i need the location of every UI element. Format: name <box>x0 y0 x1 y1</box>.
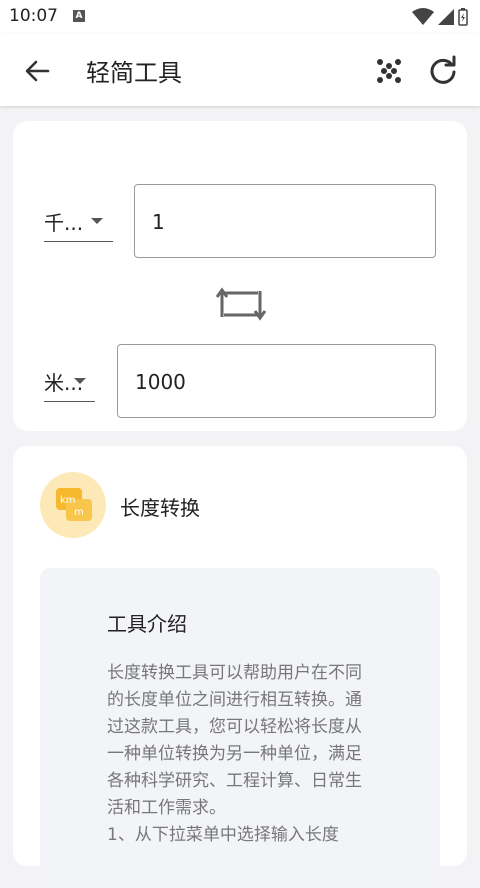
back-arrow-icon[interactable] <box>22 56 52 86</box>
to-value-input[interactable]: 1000 <box>117 344 436 418</box>
tool-info-card: km m 长度转换 工具介绍 长度转换工具可以帮助用户在不同的长度单位之间进行相… <box>13 446 467 888</box>
status-bar: 10:07 A <box>0 0 480 34</box>
icon-km-text: km <box>60 495 76 506</box>
signal-icon <box>438 9 454 25</box>
to-value-text: 1000 <box>135 370 186 394</box>
notification-icon: A <box>73 10 85 22</box>
status-icons <box>412 7 472 31</box>
from-value-text: 1 <box>152 210 165 234</box>
tool-name: 长度转换 <box>120 496 200 520</box>
from-value-input[interactable]: 1 <box>134 184 436 258</box>
mini-program-menu-icon[interactable] <box>375 57 403 85</box>
chevron-down-icon <box>74 378 86 384</box>
wifi-icon <box>412 8 434 25</box>
intro-title: 工具介绍 <box>107 612 187 636</box>
from-unit-label: 千... <box>44 211 84 235</box>
app-bar: 轻简工具 <box>0 34 480 106</box>
battery-icon <box>458 8 468 26</box>
refresh-icon[interactable] <box>428 55 458 85</box>
icon-m-text: m <box>74 507 84 518</box>
to-unit-select[interactable]: 米... <box>44 367 95 402</box>
swap-icon[interactable] <box>214 281 268 327</box>
chevron-down-icon <box>91 218 103 224</box>
intro-body: 长度转换工具可以帮助用户在不同的长度单位之间进行相互转换。通过这款工具，您可以轻… <box>107 663 362 845</box>
status-time: 10:07 <box>9 6 58 26</box>
length-conversion-icon: km m <box>40 472 106 538</box>
converter-card: 千... 1 米... 1000 <box>13 121 467 431</box>
intro-box: 工具介绍 长度转换工具可以帮助用户在不同的长度单位之间进行相互转换。通过这款工具… <box>40 568 440 888</box>
page-title: 轻简工具 <box>86 59 182 87</box>
from-unit-select[interactable]: 千... <box>44 207 113 242</box>
